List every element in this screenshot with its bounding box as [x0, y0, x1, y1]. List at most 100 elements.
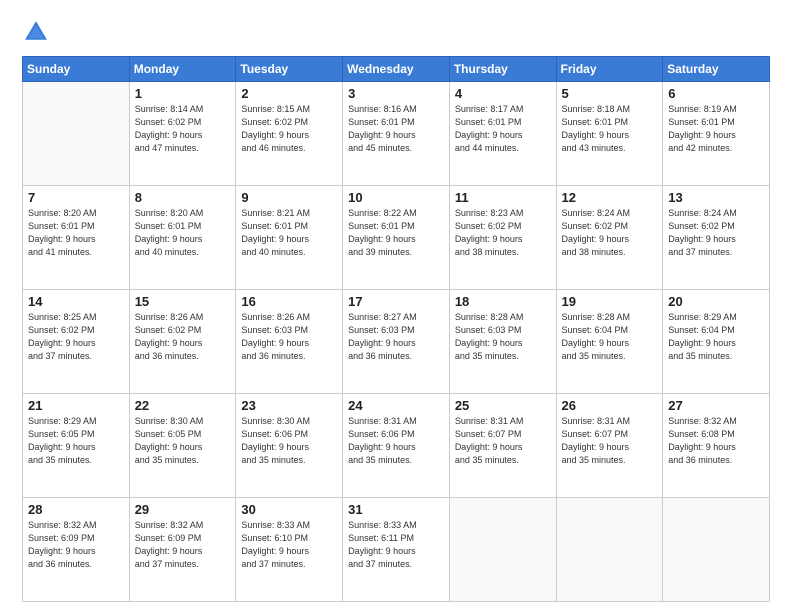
cell-info: Sunrise: 8:18 AMSunset: 6:01 PMDaylight:… [562, 103, 658, 155]
calendar-cell: 17Sunrise: 8:27 AMSunset: 6:03 PMDayligh… [343, 290, 450, 394]
cell-info: Sunrise: 8:26 AMSunset: 6:02 PMDaylight:… [135, 311, 231, 363]
calendar-table: SundayMondayTuesdayWednesdayThursdayFrid… [22, 56, 770, 602]
calendar-cell: 28Sunrise: 8:32 AMSunset: 6:09 PMDayligh… [23, 498, 130, 602]
calendar-cell: 7 Sunrise: 8:20 AMSunset: 6:01 PMDaylight… [23, 186, 130, 290]
week-row-4: 21 Sunrise: 8:29 AMSunset: 6:05 PMDayligh… [23, 394, 770, 498]
day-number: 14 [28, 294, 124, 309]
cell-info: Sunrise: 8:33 AMSunset: 6:10 PMDaylight:… [241, 519, 337, 571]
calendar-cell: 9Sunrise: 8:21 AMSunset: 6:01 PMDaylight… [236, 186, 343, 290]
calendar-cell: 27Sunrise: 8:32 AMSunset: 6:08 PMDayligh… [663, 394, 770, 498]
cell-info: Sunrise: 8:22 AMSunset: 6:01 PMDaylight:… [348, 207, 444, 259]
cell-info: Sunrise: 8:30 AMSunset: 6:06 PMDaylight:… [241, 415, 337, 467]
day-number: 15 [135, 294, 231, 309]
week-row-2: 7 Sunrise: 8:20 AMSunset: 6:01 PMDaylight… [23, 186, 770, 290]
day-number: 30 [241, 502, 337, 517]
cell-info: Sunrise: 8:15 AMSunset: 6:02 PMDaylight:… [241, 103, 337, 155]
cell-info: Sunrise: 8:33 AMSunset: 6:11 PMDaylight:… [348, 519, 444, 571]
calendar-cell [23, 82, 130, 186]
day-number: 3 [348, 86, 444, 101]
cell-info: Sunrise: 8:17 AMSunset: 6:01 PMDaylight:… [455, 103, 551, 155]
cell-info: Sunrise: 8:20 AMSunset: 6:01 PMDaylight:… [135, 207, 231, 259]
day-number: 12 [562, 190, 658, 205]
calendar-cell: 12Sunrise: 8:24 AMSunset: 6:02 PMDayligh… [556, 186, 663, 290]
calendar-cell: 13 Sunrise: 8:24 AMSunset: 6:02 PMDayligh… [663, 186, 770, 290]
weekday-header-saturday: Saturday [663, 57, 770, 82]
weekday-header-friday: Friday [556, 57, 663, 82]
cell-info: Sunrise: 8:25 AMSunset: 6:02 PMDaylight:… [28, 311, 124, 363]
cell-info: Sunrise: 8:20 AMSunset: 6:01 PMDaylight:… [28, 207, 124, 259]
weekday-header-monday: Monday [129, 57, 236, 82]
calendar-cell: 23 Sunrise: 8:30 AMSunset: 6:06 PMDayligh… [236, 394, 343, 498]
cell-info: Sunrise: 8:32 AMSunset: 6:08 PMDaylight:… [668, 415, 764, 467]
day-number: 10 [348, 190, 444, 205]
cell-info: Sunrise: 8:29 AMSunset: 6:05 PMDaylight:… [28, 415, 124, 467]
calendar-cell: 1 Sunrise: 8:14 AMSunset: 6:02 PMDaylight… [129, 82, 236, 186]
day-number: 7 [28, 190, 124, 205]
cell-info: Sunrise: 8:19 AMSunset: 6:01 PMDaylight:… [668, 103, 764, 155]
day-number: 9 [241, 190, 337, 205]
cell-info: Sunrise: 8:23 AMSunset: 6:02 PMDaylight:… [455, 207, 551, 259]
day-number: 21 [28, 398, 124, 413]
day-number: 22 [135, 398, 231, 413]
day-number: 8 [135, 190, 231, 205]
weekday-header-row: SundayMondayTuesdayWednesdayThursdayFrid… [23, 57, 770, 82]
cell-info: Sunrise: 8:30 AMSunset: 6:05 PMDaylight:… [135, 415, 231, 467]
calendar-cell: 20Sunrise: 8:29 AMSunset: 6:04 PMDayligh… [663, 290, 770, 394]
cell-info: Sunrise: 8:14 AMSunset: 6:02 PMDaylight:… [135, 103, 231, 155]
calendar-cell: 14 Sunrise: 8:25 AMSunset: 6:02 PMDayligh… [23, 290, 130, 394]
day-number: 5 [562, 86, 658, 101]
calendar-cell: 24 Sunrise: 8:31 AMSunset: 6:06 PMDayligh… [343, 394, 450, 498]
calendar-cell: 11 Sunrise: 8:23 AMSunset: 6:02 PMDayligh… [449, 186, 556, 290]
day-number: 6 [668, 86, 764, 101]
cell-info: Sunrise: 8:31 AMSunset: 6:07 PMDaylight:… [455, 415, 551, 467]
calendar-cell: 3 Sunrise: 8:16 AMSunset: 6:01 PMDaylight… [343, 82, 450, 186]
logo [22, 18, 54, 46]
day-number: 13 [668, 190, 764, 205]
cell-info: Sunrise: 8:28 AMSunset: 6:04 PMDaylight:… [562, 311, 658, 363]
day-number: 29 [135, 502, 231, 517]
calendar-cell: 15 Sunrise: 8:26 AMSunset: 6:02 PMDayligh… [129, 290, 236, 394]
day-number: 23 [241, 398, 337, 413]
cell-info: Sunrise: 8:32 AMSunset: 6:09 PMDaylight:… [135, 519, 231, 571]
calendar-cell: 8 Sunrise: 8:20 AMSunset: 6:01 PMDaylight… [129, 186, 236, 290]
day-number: 31 [348, 502, 444, 517]
cell-info: Sunrise: 8:29 AMSunset: 6:04 PMDaylight:… [668, 311, 764, 363]
calendar-cell: 22 Sunrise: 8:30 AMSunset: 6:05 PMDayligh… [129, 394, 236, 498]
calendar-cell [449, 498, 556, 602]
cell-info: Sunrise: 8:31 AMSunset: 6:06 PMDaylight:… [348, 415, 444, 467]
week-row-5: 28Sunrise: 8:32 AMSunset: 6:09 PMDayligh… [23, 498, 770, 602]
day-number: 25 [455, 398, 551, 413]
cell-info: Sunrise: 8:16 AMSunset: 6:01 PMDaylight:… [348, 103, 444, 155]
calendar-cell: 29 Sunrise: 8:32 AMSunset: 6:09 PMDayligh… [129, 498, 236, 602]
header [22, 18, 770, 46]
calendar-cell: 30 Sunrise: 8:33 AMSunset: 6:10 PMDayligh… [236, 498, 343, 602]
calendar-cell: 6 Sunrise: 8:19 AMSunset: 6:01 PMDaylight… [663, 82, 770, 186]
day-number: 4 [455, 86, 551, 101]
cell-info: Sunrise: 8:24 AMSunset: 6:02 PMDaylight:… [668, 207, 764, 259]
day-number: 1 [135, 86, 231, 101]
calendar-cell: 4 Sunrise: 8:17 AMSunset: 6:01 PMDaylight… [449, 82, 556, 186]
calendar-cell: 2 Sunrise: 8:15 AMSunset: 6:02 PMDaylight… [236, 82, 343, 186]
day-number: 24 [348, 398, 444, 413]
weekday-header-sunday: Sunday [23, 57, 130, 82]
day-number: 16 [241, 294, 337, 309]
cell-info: Sunrise: 8:31 AMSunset: 6:07 PMDaylight:… [562, 415, 658, 467]
day-number: 11 [455, 190, 551, 205]
cell-info: Sunrise: 8:32 AMSunset: 6:09 PMDaylight:… [28, 519, 124, 571]
day-number: 2 [241, 86, 337, 101]
page: SundayMondayTuesdayWednesdayThursdayFrid… [0, 0, 792, 612]
calendar-cell: 21 Sunrise: 8:29 AMSunset: 6:05 PMDayligh… [23, 394, 130, 498]
weekday-header-tuesday: Tuesday [236, 57, 343, 82]
day-number: 19 [562, 294, 658, 309]
weekday-header-wednesday: Wednesday [343, 57, 450, 82]
day-number: 18 [455, 294, 551, 309]
calendar-cell [556, 498, 663, 602]
logo-icon [22, 18, 50, 46]
cell-info: Sunrise: 8:28 AMSunset: 6:03 PMDaylight:… [455, 311, 551, 363]
calendar-cell: 18 Sunrise: 8:28 AMSunset: 6:03 PMDayligh… [449, 290, 556, 394]
weekday-header-thursday: Thursday [449, 57, 556, 82]
cell-info: Sunrise: 8:27 AMSunset: 6:03 PMDaylight:… [348, 311, 444, 363]
calendar-cell: 16Sunrise: 8:26 AMSunset: 6:03 PMDayligh… [236, 290, 343, 394]
calendar-cell [663, 498, 770, 602]
week-row-3: 14 Sunrise: 8:25 AMSunset: 6:02 PMDayligh… [23, 290, 770, 394]
